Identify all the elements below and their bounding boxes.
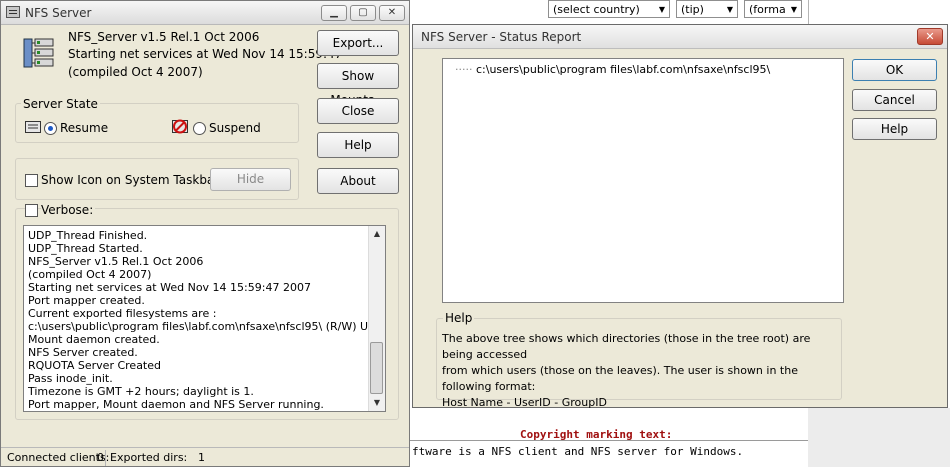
log-line: Mount daemon created.: [28, 333, 160, 346]
log-lines: UDP_Thread Finished. UDP_Thread Started. N…: [24, 229, 386, 411]
start-time-text: Starting net services at Wed Nov 14 15:5…: [68, 47, 343, 61]
report-help-button[interactable]: Help: [852, 118, 937, 140]
format-select[interactable]: (forma ▼: [744, 0, 802, 18]
chevron-down-icon: ▼: [658, 5, 665, 14]
country-select[interactable]: (select country) ▼: [548, 0, 670, 18]
log-line: c:\users\public\program files\labf.com\n…: [28, 320, 386, 333]
version-text: NFS_Server v1.5 Rel.1 Oct 2006: [68, 30, 260, 44]
show-icon-label[interactable]: Show Icon on System Taskbar: [41, 173, 219, 187]
log-scrollbar[interactable]: ▲ ▼: [368, 226, 385, 411]
close-icon: ✕: [925, 30, 935, 43]
chevron-down-icon: ▼: [790, 5, 797, 14]
suspend-icon: [172, 119, 188, 134]
main-titlebar[interactable]: NFS Server ▁ ▢ ✕: [1, 1, 409, 25]
close-icon: ✕: [387, 7, 397, 18]
status-bar: Connected clients: 0 Exported dirs: 1: [1, 447, 409, 468]
resume-icon: [25, 121, 41, 133]
maximize-icon: ▢: [358, 7, 368, 18]
verbose-checkbox[interactable]: [25, 204, 38, 217]
minimize-icon: ▁: [330, 7, 338, 18]
log-line: UDP_Thread Finished.: [28, 229, 148, 242]
help-text: The above tree shows which directories (…: [442, 331, 842, 411]
log-line: Current exported filesystems are :: [28, 307, 217, 320]
connected-clients-value: 0: [97, 451, 104, 464]
tip-select[interactable]: (tip) ▼: [676, 0, 738, 18]
tree-connector-icon: ·····: [455, 63, 473, 76]
resume-radio[interactable]: [44, 122, 57, 135]
log-line: Starting net services at Wed Nov 14 15:5…: [28, 281, 311, 294]
close-window-button[interactable]: ✕: [379, 5, 405, 21]
log-line: Pass inode_init.: [28, 372, 113, 385]
format-select-value: (forma: [749, 3, 786, 16]
description-field[interactable]: ftware is a NFS client and NFS server fo…: [410, 440, 810, 467]
tree-root-label: c:\users\public\program files\labf.com\n…: [475, 63, 771, 76]
log-line: NFS_Server v1.5 Rel.1 Oct 2006: [28, 255, 204, 268]
maximize-button[interactable]: ▢: [350, 5, 376, 21]
background-sidebar: [808, 408, 950, 467]
help-text-line: The above tree shows which directories (…: [442, 332, 811, 361]
exported-dirs-label: Exported dirs:: [110, 451, 188, 464]
log-line: Port mapper, Mount daemon and NFS Server…: [28, 398, 324, 411]
background-page-header: (select country) ▼ (tip) ▼ (forma ▼: [410, 0, 950, 24]
report-close-button[interactable]: ✕: [917, 28, 943, 45]
country-select-value: (select country): [553, 3, 640, 16]
show-mounts-button[interactable]: Show Mounts...: [317, 63, 399, 107]
cancel-button[interactable]: Cancel: [852, 89, 937, 111]
tip-select-value: (tip): [681, 3, 704, 16]
scroll-down-icon[interactable]: ▼: [369, 395, 385, 411]
app-icon: [6, 6, 20, 18]
minimize-button[interactable]: ▁: [321, 5, 347, 21]
window-title: NFS Server: [25, 6, 92, 20]
suspend-label[interactable]: Suspend: [209, 121, 261, 135]
scroll-up-icon[interactable]: ▲: [369, 226, 385, 242]
status-report-window: NFS Server - Status Report ✕ ····· c:\us…: [412, 24, 948, 411]
about-button[interactable]: About: [317, 168, 399, 194]
log-textarea[interactable]: UDP_Thread Finished. UDP_Thread Started. N…: [23, 225, 386, 412]
hide-button[interactable]: Hide: [210, 168, 291, 191]
tree-root-item[interactable]: ····· c:\users\public\program files\labf…: [455, 63, 770, 76]
log-line: UDP_Thread Started.: [28, 242, 143, 255]
report-title: NFS Server - Status Report: [421, 30, 582, 44]
report-titlebar[interactable]: NFS Server - Status Report ✕: [413, 25, 947, 49]
log-line: Port mapper created.: [28, 294, 145, 307]
status-divider: [105, 450, 106, 466]
background-divider: [808, 0, 809, 24]
help-text-line: Host Name - UserID - GroupID: [442, 396, 607, 409]
log-line: RQUOTA Server Created: [28, 359, 161, 372]
help-text-line: from which users (those on the leaves). …: [442, 364, 798, 393]
server-state-label: Server State: [21, 97, 100, 111]
network-server-icon: [23, 38, 54, 68]
exported-dirs-value: 1: [198, 451, 205, 464]
verbose-label[interactable]: Verbose:: [41, 203, 96, 217]
scroll-thumb[interactable]: [370, 342, 383, 394]
ok-button[interactable]: OK: [852, 59, 937, 81]
help-button[interactable]: Help: [317, 132, 399, 158]
help-group-label: Help: [443, 311, 475, 325]
suspend-radio[interactable]: [193, 122, 206, 135]
connected-clients-label: Connected clients:: [7, 451, 110, 464]
nfs-server-window: NFS Server ▁ ▢ ✕ NFS_Server v1.5 Rel.1 O…: [0, 0, 410, 467]
show-icon-checkbox[interactable]: [25, 174, 38, 187]
log-line: (compiled Oct 4 2007): [28, 268, 152, 281]
compiled-text: (compiled Oct 4 2007): [68, 65, 203, 79]
resume-label[interactable]: Resume: [60, 121, 108, 135]
close-button[interactable]: Close: [317, 98, 399, 124]
log-line: Timezone is GMT +2 hours; daylight is 1.: [28, 385, 254, 398]
export-button[interactable]: Export...: [317, 30, 399, 56]
directory-tree[interactable]: ····· c:\users\public\program files\labf…: [442, 58, 844, 303]
chevron-down-icon: ▼: [726, 5, 733, 14]
log-line: NFS Server created.: [28, 346, 138, 359]
